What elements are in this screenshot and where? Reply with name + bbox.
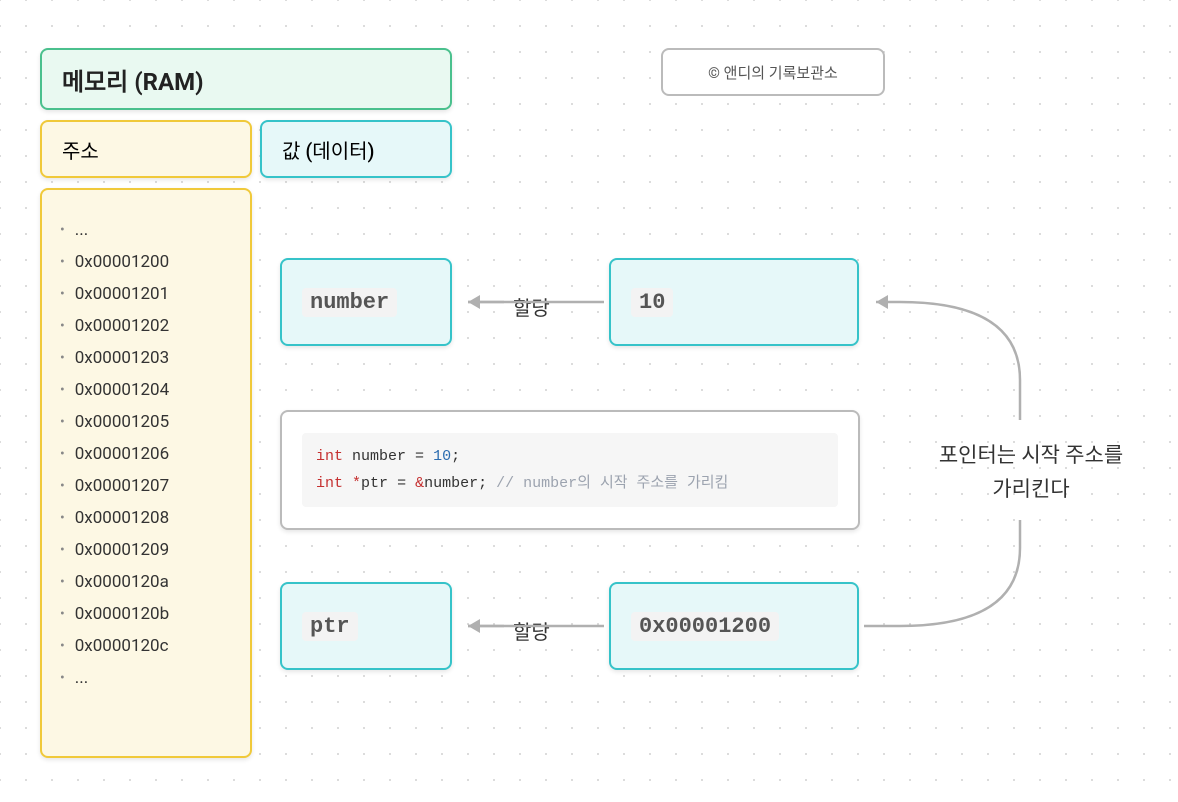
code-semi-2: ; — [478, 475, 487, 492]
address-list-item: 0x00001207 — [60, 470, 232, 502]
code-amp: & — [415, 475, 424, 492]
code-comment: // number의 시작 주소를 가리킴 — [487, 475, 728, 492]
variable-ptr-label: ptr — [302, 612, 358, 641]
code-semi-1: ; — [451, 448, 460, 465]
code-star: * — [352, 475, 361, 492]
arrow-head-10-to-number — [468, 295, 480, 309]
variable-number-label: number — [302, 288, 397, 317]
address-list-item: 0x0000120a — [60, 566, 232, 598]
code-eq-1: = — [406, 448, 433, 465]
code-keyword-int-2: int — [316, 475, 343, 492]
address-list: ...0x000012000x000012010x000012020x00001… — [60, 214, 232, 694]
address-list-item: 0x00001200 — [60, 246, 232, 278]
arrow-head-ptr-loop — [876, 295, 888, 309]
arrow-head-addr-to-ptr — [468, 619, 480, 633]
code-snippet: int number = 10; int *ptr = &number; // … — [302, 433, 838, 507]
code-keyword-int-1: int — [316, 448, 343, 465]
variable-ptr-box: ptr — [280, 582, 452, 670]
code-id-number: number — [352, 448, 406, 465]
address-list-item: 0x00001203 — [60, 342, 232, 374]
address-list-item: 0x00001201 — [60, 278, 232, 310]
value-10-box: 10 — [609, 258, 859, 346]
memory-title-text: 메모리 (RAM) — [62, 62, 204, 97]
pointer-note-label: 포인터는 시작 주소를가리킨다 — [916, 440, 1146, 507]
code-snippet-box: int number = 10; int *ptr = &number; // … — [280, 410, 860, 530]
value-header-text: 값 (데이터) — [282, 135, 375, 164]
address-list-item: 0x00001209 — [60, 534, 232, 566]
address-list-box: ...0x000012000x000012010x000012020x00001… — [40, 188, 252, 758]
address-list-item: 0x00001208 — [60, 502, 232, 534]
value-10-label: 10 — [631, 288, 673, 317]
attribution-text: © 앤디의 기록보관소 — [708, 62, 838, 83]
address-header-text: 주소 — [62, 135, 99, 164]
diagram-canvas: 메모리 (RAM) © 앤디의 기록보관소 주소 값 (데이터) ...0x00… — [0, 0, 1178, 802]
code-num-10: 10 — [433, 448, 451, 465]
address-list-item: 0x0000120c — [60, 630, 232, 662]
value-address-box: 0x00001200 — [609, 582, 859, 670]
variable-number-box: number — [280, 258, 452, 346]
address-list-item: 0x00001205 — [60, 406, 232, 438]
assign-label-2: 할당 — [513, 616, 550, 645]
address-list-item: ... — [60, 662, 232, 694]
value-header-box: 값 (데이터) — [260, 120, 452, 178]
address-list-item: 0x00001206 — [60, 438, 232, 470]
address-list-item: ... — [60, 214, 232, 246]
address-list-item: 0x00001204 — [60, 374, 232, 406]
address-header-box: 주소 — [40, 120, 252, 178]
value-address-label: 0x00001200 — [631, 612, 779, 641]
assign-label-1: 할당 — [513, 292, 550, 321]
attribution-box: © 앤디의 기록보관소 — [661, 48, 885, 96]
address-list-item: 0x0000120b — [60, 598, 232, 630]
memory-title-box: 메모리 (RAM) — [40, 48, 452, 110]
code-eq-2: = — [388, 475, 415, 492]
address-list-item: 0x00001202 — [60, 310, 232, 342]
code-id-ptr: ptr — [361, 475, 388, 492]
code-id-number-ref: number — [424, 475, 478, 492]
